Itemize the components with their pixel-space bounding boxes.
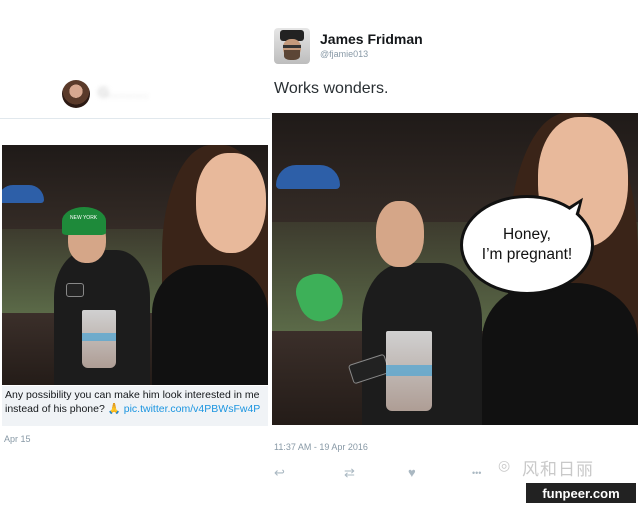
author-handle[interactable]: @fjamie013 xyxy=(320,49,368,59)
left-user-name-blurred: G........ xyxy=(98,84,150,100)
funpeer-watermark: funpeer.com xyxy=(526,483,636,503)
lamp xyxy=(276,165,340,189)
phone xyxy=(66,283,84,297)
cap-text: NEW YORK xyxy=(70,215,98,221)
lamp xyxy=(2,185,44,203)
bubble-line-2: I’m pregnant! xyxy=(481,246,573,263)
caption-link[interactable]: pic.twitter.com/v4PBWsFw4P xyxy=(124,403,261,415)
left-user-avatar[interactable] xyxy=(62,80,90,108)
james-fridman-avatar[interactable] xyxy=(274,28,310,64)
cup xyxy=(82,310,116,368)
like-icon[interactable]: ♥ xyxy=(408,465,416,480)
avatar-glasses xyxy=(283,45,301,48)
more-icon[interactable]: ••• xyxy=(472,468,481,478)
tweet-timestamp[interactable]: 11:37 AM - 19 Apr 2016 xyxy=(274,442,368,452)
tweet-text: Works wonders. xyxy=(274,80,389,97)
retweet-icon[interactable]: ⇄ xyxy=(344,465,355,481)
cup xyxy=(386,331,432,411)
woman-face xyxy=(196,153,266,253)
right-tweet-panel: James Fridman @fjamie013 Works wonders. … xyxy=(270,0,640,505)
left-tweet-panel: G........ NEW YORK Any possibility you c… xyxy=(0,0,270,505)
pray-emoji-icon: 🙏 xyxy=(107,403,121,415)
woman-shirt xyxy=(482,283,638,425)
man-head-surprised xyxy=(376,201,424,267)
wechat-watermark-icon: ◎ xyxy=(498,457,511,473)
cup-band xyxy=(386,364,432,376)
bubble-line-1: Honey, xyxy=(503,226,551,243)
author-name[interactable]: James Fridman xyxy=(320,31,423,47)
green-cap: NEW YORK xyxy=(62,207,106,235)
woman-shirt xyxy=(152,265,268,385)
cup-band xyxy=(82,333,116,342)
tweet-actions: ↩ ⇄ ♥ ••• xyxy=(274,465,514,481)
original-photo[interactable]: NEW YORK xyxy=(2,145,268,385)
reply-icon[interactable]: ↩ xyxy=(274,465,285,481)
tweet-caption: Any possibility you can make him look in… xyxy=(2,386,268,426)
divider xyxy=(0,118,270,119)
chinese-watermark: 风和日丽 xyxy=(522,460,594,479)
avatar-beard xyxy=(284,50,300,60)
left-tweet-date[interactable]: Apr 15 xyxy=(4,434,31,444)
